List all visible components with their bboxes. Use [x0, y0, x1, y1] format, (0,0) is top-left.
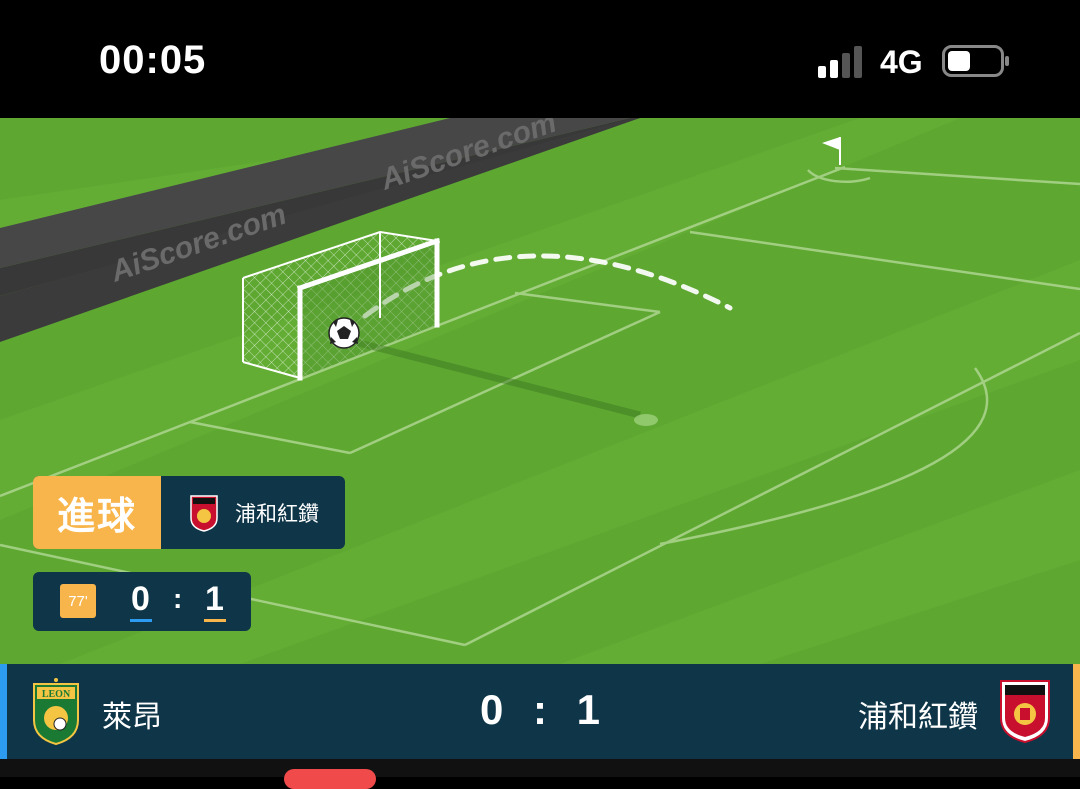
- network-label: 4G: [880, 44, 923, 80]
- minute-badge: 77': [60, 584, 96, 618]
- home-score: 0: [479, 686, 504, 733]
- goal-team: 浦和紅鑽: [161, 476, 345, 549]
- urawa-crest-icon: [1000, 680, 1050, 744]
- mini-home-score: 0: [131, 580, 150, 618]
- soccer-ball-icon: [328, 317, 360, 349]
- away-team-name: 浦和紅鑽: [858, 701, 978, 734]
- mini-away-score: 1: [205, 580, 224, 618]
- battery-icon: [942, 45, 1009, 77]
- mini-score-card: 77' 0 : 1: [33, 572, 251, 631]
- mini-score-separator: :: [173, 583, 183, 614]
- home-underline: [130, 619, 152, 622]
- goal-team-name: 浦和紅鑽: [235, 502, 319, 526]
- scoreboard: LEON 萊昂 0 : 1 浦和紅鑽: [0, 664, 1080, 759]
- signal-icon: [818, 46, 862, 78]
- urawa-crest-icon: [190, 494, 218, 532]
- bottom-strip: [0, 759, 1080, 777]
- status-time: 00:05: [99, 38, 207, 82]
- away-score: 1: [576, 686, 601, 733]
- away-underline: [204, 619, 226, 622]
- status-bar: 00:05 4G: [0, 0, 1080, 118]
- goal-label: 進球: [33, 476, 161, 549]
- goal-event-card: 進球 浦和紅鑽: [33, 476, 345, 549]
- away-accent-bar: [1073, 664, 1080, 759]
- score-separator: :: [533, 686, 547, 733]
- bottom-tab-indicator[interactable]: [284, 769, 376, 789]
